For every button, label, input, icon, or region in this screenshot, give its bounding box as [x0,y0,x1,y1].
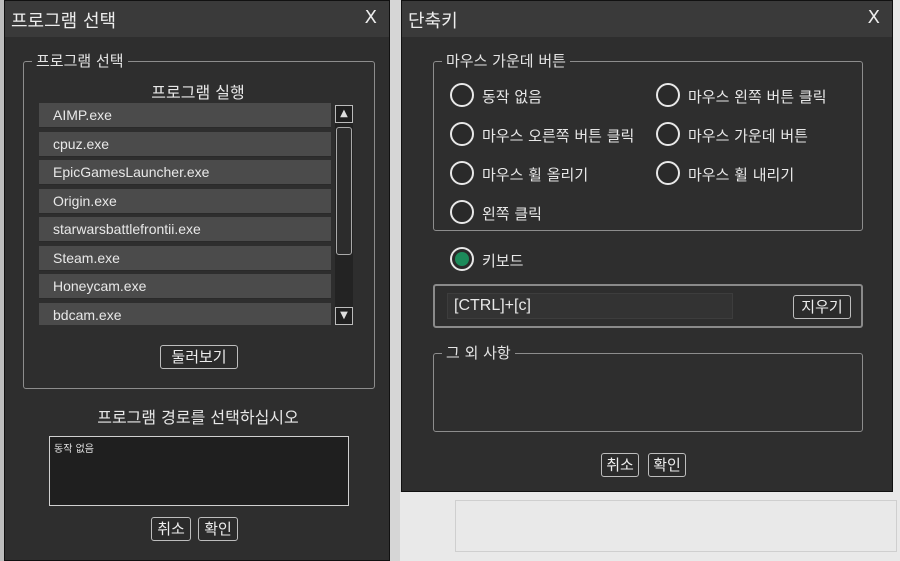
mouse-group-legend: 마우스 가운데 버튼 [446,52,566,70]
other-settings-group: 그 외 사항 [433,345,863,432]
radio-left-click-label: 마우스 왼쪽 버튼 클릭 [688,88,827,106]
path-value: 동작 없음 [54,444,94,455]
other-legend: 그 외 사항 [446,344,511,362]
path-field[interactable]: 동작 없음 [49,436,349,506]
run-label: 프로그램 실행 [151,83,245,102]
list-item[interactable]: starwarsbattlefrontii.exe [39,217,331,242]
list-item[interactable]: AIMP.exe [39,103,331,128]
radio-left-click[interactable] [656,83,680,107]
radio-no-action[interactable] [450,83,474,107]
radio-left-click-2-label: 왼쪽 클릭 [482,205,542,223]
background-box [455,500,897,552]
radio-keyboard[interactable] [450,247,474,271]
cancel-button[interactable]: 취소 [151,517,191,541]
scroll-thumb[interactable] [336,127,352,255]
list-item[interactable]: Steam.exe [39,246,331,271]
program-select-dialog: 프로그램 선택 X 프로그램 선택 프로그램 실행 AIMP.exe cpuz.… [4,0,390,561]
path-prompt: 프로그램 경로를 선택하십시오 [97,408,299,427]
ok-button[interactable]: 확인 [648,453,686,477]
radio-left-click-2[interactable] [450,200,474,224]
key-input[interactable]: [CTRL]+[c] [447,293,733,319]
shortcut-dialog: 단축키 X 마우스 가운데 버튼 동작 없음 마우스 왼쪽 버튼 클릭 마우스 … [401,0,893,492]
radio-middle-button-label: 마우스 가운데 버튼 [688,127,808,145]
browse-button[interactable]: 둘러보기 [160,345,238,369]
list-item[interactable]: Origin.exe [39,189,331,214]
dialog-title: 단축키 [408,11,458,32]
radio-no-action-label: 동작 없음 [482,88,542,106]
list-scrollbar[interactable]: ▲ ▼ [335,105,353,325]
cancel-button[interactable]: 취소 [601,453,639,477]
close-button[interactable]: X [365,7,377,28]
radio-wheel-down-label: 마우스 휠 내리기 [688,166,795,184]
shortcut-titlebar[interactable]: 단축키 X [402,1,892,37]
radio-wheel-up[interactable] [450,161,474,185]
list-item[interactable]: bdcam.exe [39,303,331,325]
group-legend: 프로그램 선택 [36,52,124,70]
radio-right-click-label: 마우스 오른쪽 버튼 클릭 [482,127,635,145]
scroll-up-icon[interactable]: ▲ [335,105,353,123]
radio-keyboard-label: 키보드 [482,252,524,270]
list-item[interactable]: Honeycam.exe [39,274,331,299]
radio-right-click[interactable] [450,122,474,146]
radio-wheel-down[interactable] [656,161,680,185]
ok-button[interactable]: 확인 [198,517,238,541]
close-button[interactable]: X [868,7,880,28]
key-value: [CTRL]+[c] [454,297,531,314]
radio-wheel-up-label: 마우스 휠 올리기 [482,166,589,184]
dialog-title: 프로그램 선택 [11,11,117,32]
scroll-down-icon[interactable]: ▼ [335,307,353,325]
program-list[interactable]: AIMP.exe cpuz.exe EpicGamesLauncher.exe … [39,103,333,325]
list-item[interactable]: cpuz.exe [39,132,331,157]
radio-middle-button[interactable] [656,122,680,146]
program-select-titlebar[interactable]: 프로그램 선택 X [5,1,389,37]
clear-button[interactable]: 지우기 [793,295,851,319]
key-input-frame: [CTRL]+[c] 지우기 [433,284,863,328]
list-item[interactable]: EpicGamesLauncher.exe [39,160,331,185]
